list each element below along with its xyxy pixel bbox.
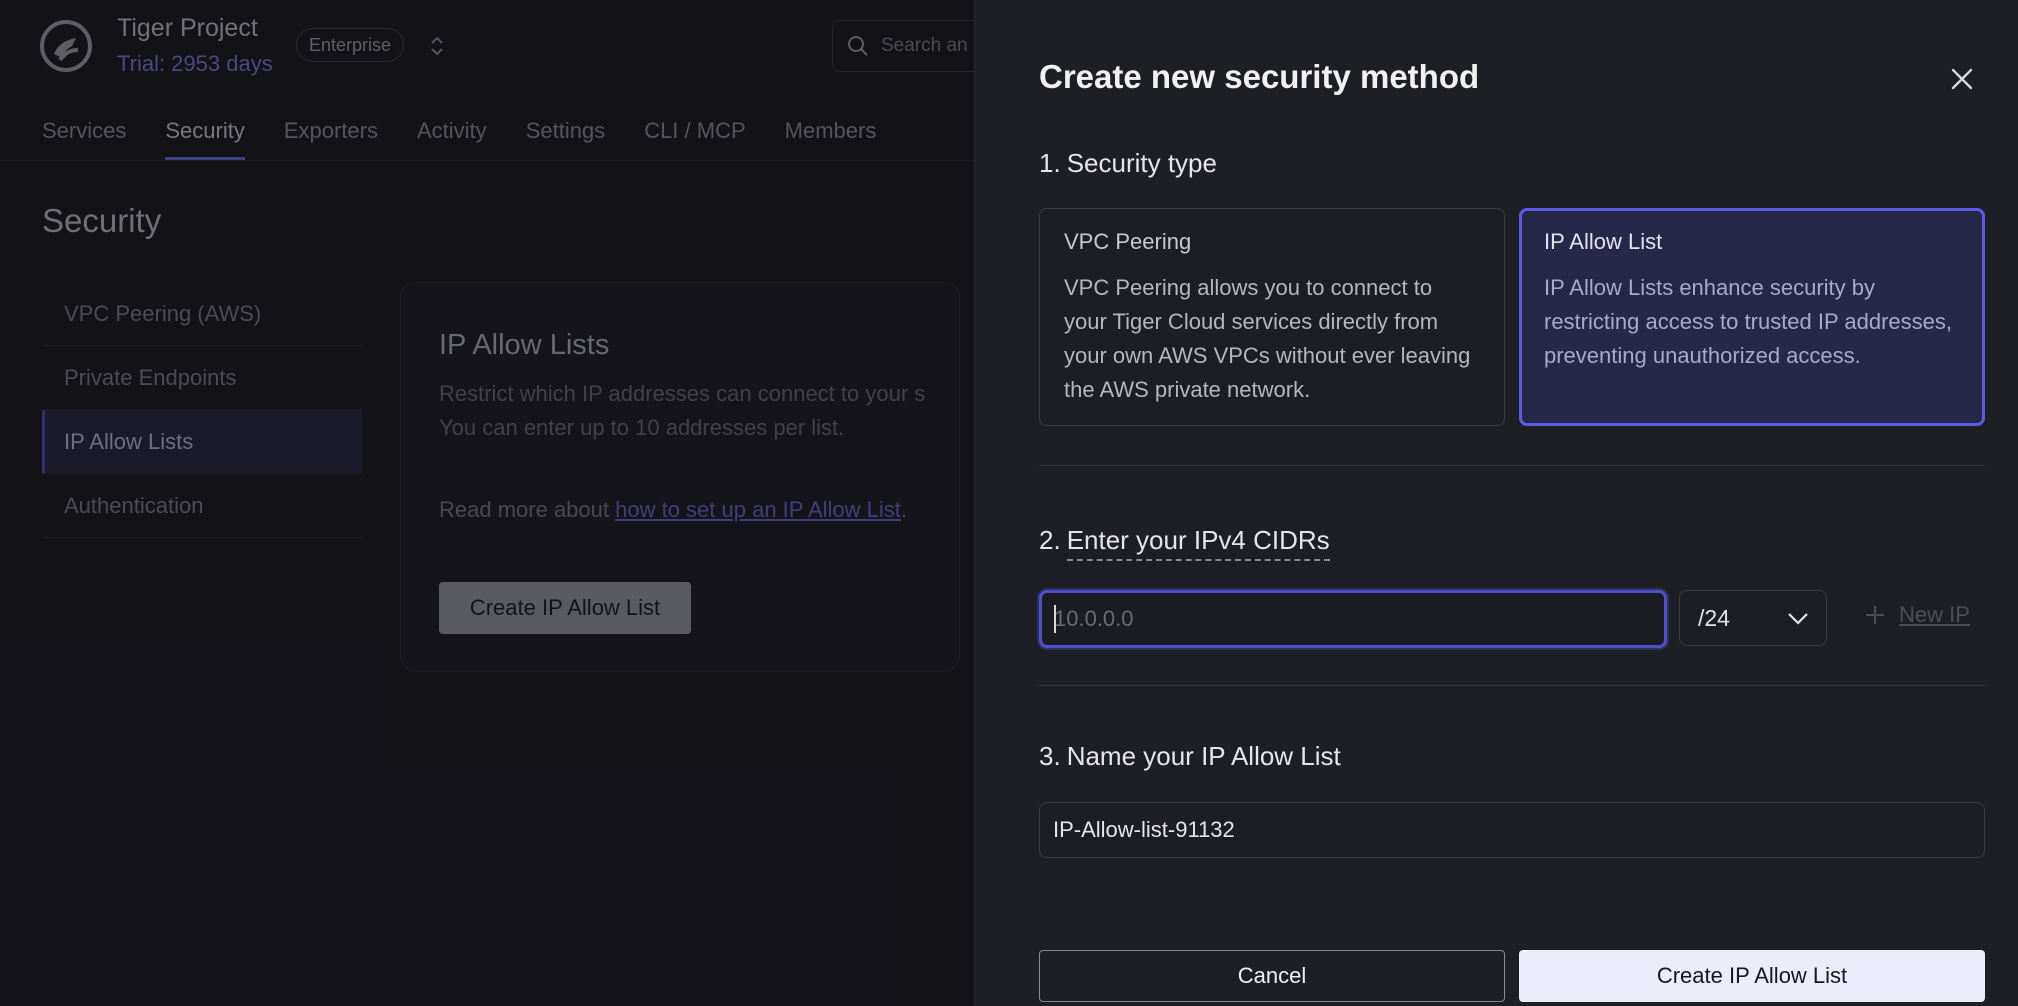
type-option-ip-allow-list[interactable]: IP Allow List IP Allow Lists enhance sec… bbox=[1519, 208, 1985, 426]
section-divider bbox=[1039, 465, 1985, 466]
plus-icon bbox=[1866, 606, 1884, 624]
list-name-input[interactable] bbox=[1039, 802, 1985, 858]
text-caret bbox=[1054, 605, 1056, 633]
chevron-down-icon bbox=[1788, 613, 1808, 625]
create-ip-allow-list-button[interactable]: Create IP Allow List bbox=[1519, 950, 1985, 1002]
section-number: 2. bbox=[1039, 525, 1061, 555]
cancel-button[interactable]: Cancel bbox=[1039, 950, 1505, 1002]
cidr-mask-value: /24 bbox=[1698, 604, 1730, 631]
section-name-list: 3. Name your IP Allow List bbox=[1039, 741, 1341, 772]
section-label[interactable]: Enter your IPv4 CIDRs bbox=[1066, 525, 1330, 561]
drawer-title: Create new security method bbox=[1039, 58, 1480, 95]
type-option-description: IP Allow Lists enhance security by restr… bbox=[1544, 275, 1952, 368]
section-number: 3. bbox=[1039, 741, 1061, 771]
section-ipv4-cidrs: 2. Enter your IPv4 CIDRs bbox=[1039, 525, 1330, 561]
section-label: Security type bbox=[1066, 148, 1217, 178]
modal-backdrop[interactable] bbox=[0, 0, 974, 1006]
type-option-title: IP Allow List bbox=[1544, 229, 1663, 254]
new-ip-button[interactable]: New IP bbox=[1863, 602, 1970, 628]
ip-cidr-input[interactable] bbox=[1039, 590, 1667, 648]
type-option-description: VPC Peering allows you to connect to you… bbox=[1064, 275, 1471, 402]
section-security-type: 1. Security type bbox=[1039, 148, 1217, 179]
section-divider bbox=[1039, 685, 1985, 686]
type-option-vpc-peering[interactable]: VPC Peering VPC Peering allows you to co… bbox=[1039, 208, 1505, 426]
section-label: Name your IP Allow List bbox=[1066, 741, 1341, 771]
create-security-method-drawer: Create new security method 1. Security ty… bbox=[974, 0, 2018, 1006]
cidr-mask-select[interactable]: /24 bbox=[1679, 590, 1827, 646]
type-option-title: VPC Peering bbox=[1064, 229, 1192, 254]
close-icon[interactable] bbox=[1945, 62, 1979, 96]
new-ip-label: New IP bbox=[1899, 602, 1970, 627]
section-number: 1. bbox=[1039, 148, 1061, 178]
